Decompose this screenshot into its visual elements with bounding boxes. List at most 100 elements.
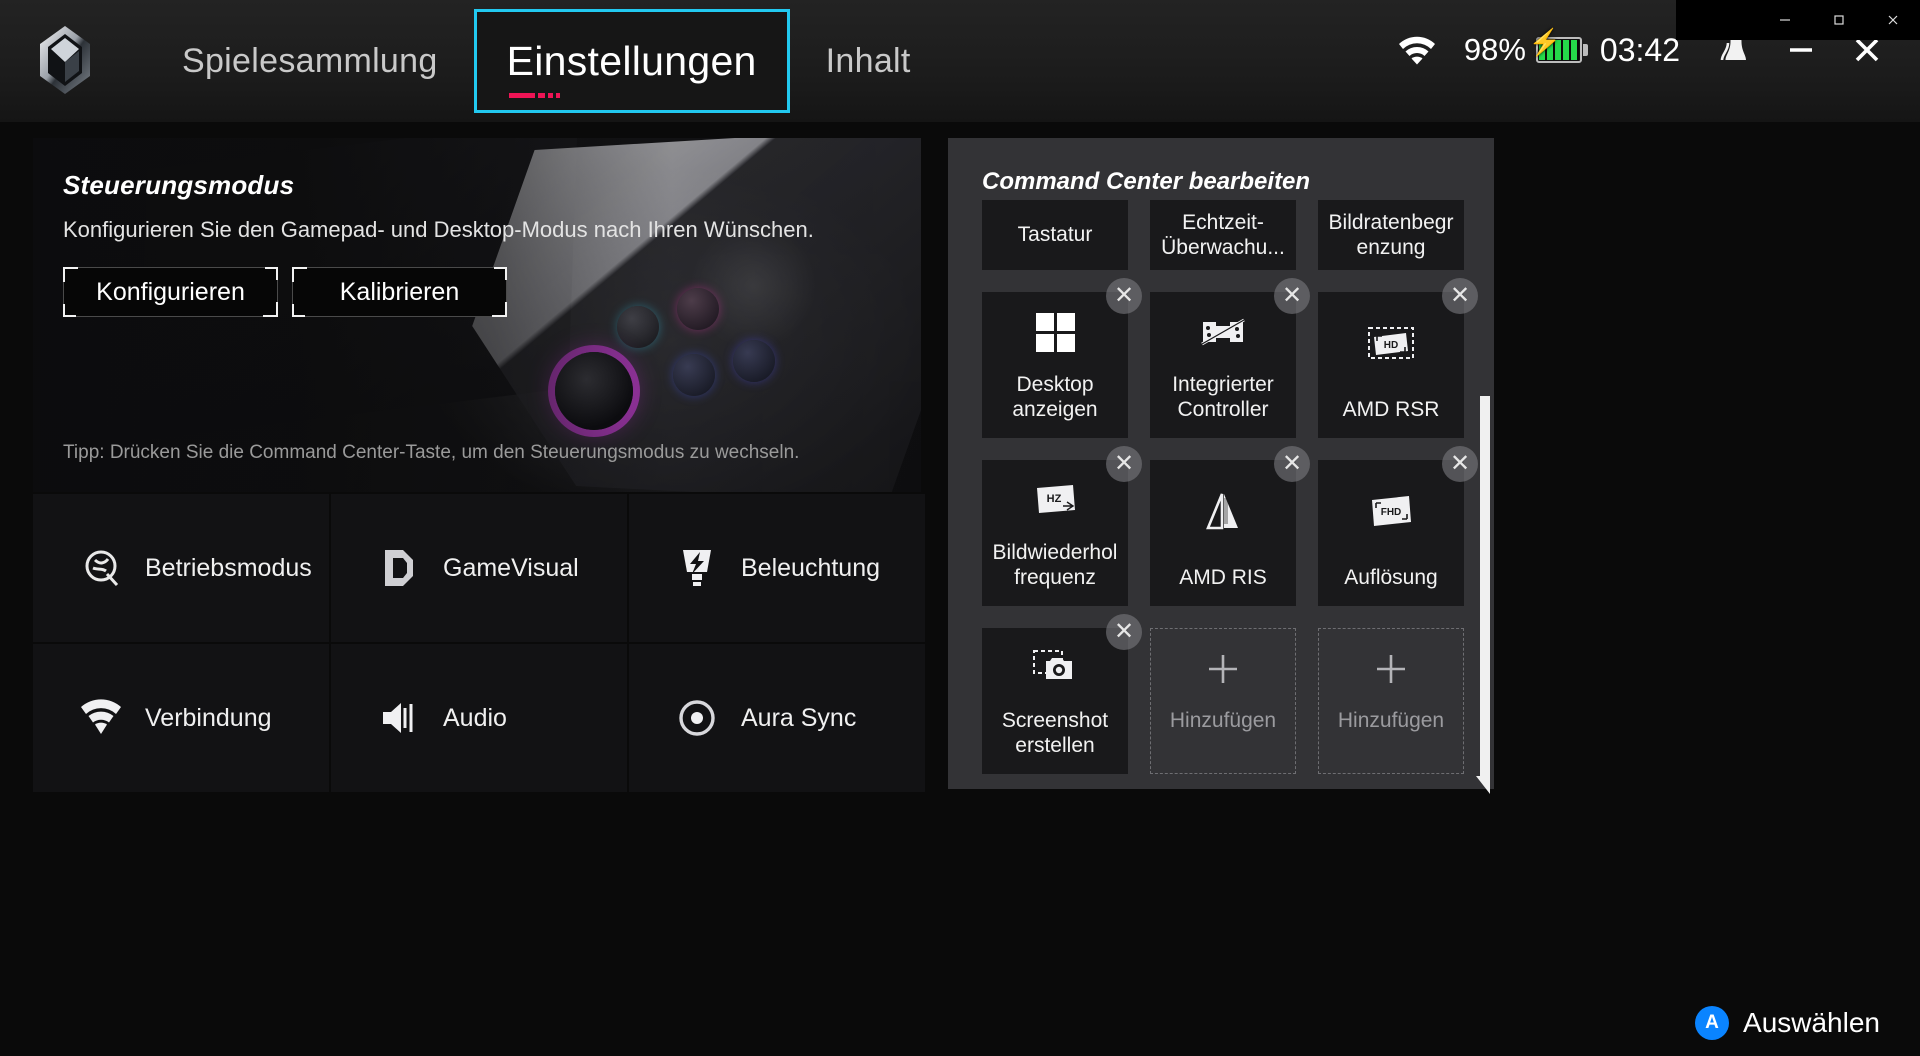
settings-tile-grid: Betriebsmodus GameVisual Beleuchtung Ver… xyxy=(33,494,925,792)
cc-tile-amd-ris[interactable]: ✕ AMD RIS xyxy=(1150,446,1310,606)
command-center-row-top: Tastatur Echtzeit- Überwachu... Bildraten… xyxy=(948,200,1494,270)
kalibrieren-button[interactable]: Kalibrieren xyxy=(292,267,507,317)
cc-tile-aufloesung[interactable]: ✕ FHD Auflösung xyxy=(1318,446,1478,606)
cc-remove-button[interactable]: ✕ xyxy=(1274,278,1310,314)
plus-icon xyxy=(1319,652,1463,686)
window-maximize-button[interactable] xyxy=(1812,0,1866,40)
cc-tile-bildwiederholfrequenz[interactable]: ✕ HZ Bildwiederhol frequenz xyxy=(982,446,1142,606)
cc-tile-label: Tastatur xyxy=(1017,223,1093,247)
cc-tile-add-2[interactable]: Hinzufügen xyxy=(1318,628,1464,774)
window-close-button[interactable] xyxy=(1866,0,1920,40)
settings-tile-audio[interactable]: Audio xyxy=(331,644,627,792)
cc-tile-label: Hinzufügen xyxy=(1337,709,1445,733)
cc-tile-screenshot-erstellen[interactable]: ✕ Screenshot erstellen xyxy=(982,614,1142,774)
cc-remove-button[interactable]: ✕ xyxy=(1442,446,1478,482)
battery-percent-label: 98% xyxy=(1463,32,1526,67)
plus-icon xyxy=(1151,652,1295,686)
cc-remove-button[interactable]: ✕ xyxy=(1106,278,1142,314)
control-mode-tip: Tipp: Drücken Sie die Command Center-Tas… xyxy=(63,442,800,463)
cc-tile-label: Auflösung xyxy=(1344,565,1438,589)
window-minimize-button[interactable] xyxy=(1758,0,1812,40)
settings-tile-verbindung[interactable]: Verbindung xyxy=(33,644,329,792)
a-button-icon: A xyxy=(1695,1006,1730,1040)
cc-tile-label: Bildratenbegr enzung xyxy=(1328,210,1454,259)
armoury-crate-logo xyxy=(36,24,94,96)
control-mode-actions: Konfigurieren Kalibrieren xyxy=(63,267,891,317)
cc-remove-button[interactable]: ✕ xyxy=(1442,278,1478,314)
footer-hint: A Auswählen xyxy=(1695,1006,1880,1040)
app-header: Spielesammlung Einstellungen Inhalt 98% xyxy=(0,0,1920,122)
cc-tile-integrierter-controller[interactable]: ✕ Integrierter Controller xyxy=(1150,278,1310,438)
tab-spielesammlung[interactable]: Spielesammlung xyxy=(160,42,460,81)
command-center-scrollbar[interactable] xyxy=(1476,396,1490,794)
cc-tile-label: Screenshot erstellen xyxy=(1001,708,1109,757)
cc-tile-bildratenbegrenzung[interactable]: Bildratenbegr enzung xyxy=(1318,200,1464,270)
cc-tile-label: Integrierter Controller xyxy=(1172,372,1274,421)
clock-label: 03:42 xyxy=(1599,31,1680,68)
settings-tile-betriebsmodus[interactable]: Betriebsmodus xyxy=(33,494,329,642)
settings-tile-label: Aura Sync xyxy=(741,703,857,732)
settings-tile-label: Verbindung xyxy=(145,703,272,732)
konfigurieren-button-label: Konfigurieren xyxy=(96,277,245,306)
cc-tile-label: Bildwiederhol frequenz xyxy=(992,540,1118,589)
tab-inhalt[interactable]: Inhalt xyxy=(804,42,933,81)
refresh-rate-hz-icon: HZ xyxy=(982,460,1128,540)
footer-label: Auswählen xyxy=(1743,1007,1880,1038)
cc-remove-button[interactable]: ✕ xyxy=(1106,614,1142,650)
settings-tile-label: Betriebsmodus xyxy=(145,553,312,582)
control-mode-card: Steuerungsmodus Konfigurieren Sie den Ga… xyxy=(33,138,921,492)
cc-remove-button[interactable]: ✕ xyxy=(1106,446,1142,482)
cc-tile-label: Desktop anzeigen xyxy=(1012,372,1098,421)
cc-tile-amd-rsr[interactable]: ✕ HD AMD RSR xyxy=(1318,278,1478,438)
speaker-icon xyxy=(377,696,421,740)
cc-tile-echtzeit-ueberwachung[interactable]: Echtzeit- Überwachu... xyxy=(1150,200,1296,270)
cc-tile-add-1[interactable]: Hinzufügen xyxy=(1150,628,1296,774)
control-mode-description: Konfigurieren Sie den Gamepad- und Deskt… xyxy=(63,217,814,242)
battery-charging-icon: ⚡ xyxy=(1529,29,1588,63)
settings-tile-label: Audio xyxy=(443,703,507,732)
fhd-resolution-icon: FHD xyxy=(1318,460,1464,565)
wifi-icon xyxy=(79,696,123,740)
lighting-icon xyxy=(675,546,719,590)
screenshot-camera-icon xyxy=(982,628,1128,708)
svg-text:HZ: HZ xyxy=(1047,493,1062,505)
settings-tile-label: Beleuchtung xyxy=(741,553,881,582)
cc-tile-label: Echtzeit- Überwachu... xyxy=(1161,210,1285,259)
windows-icon xyxy=(982,292,1128,372)
wifi-icon xyxy=(1384,17,1450,83)
cc-tile-desktop-anzeigen[interactable]: ✕ Desktop anzeigen xyxy=(982,278,1142,438)
main-navigation: Spielesammlung Einstellungen Inhalt xyxy=(160,0,933,122)
command-center-title: Command Center bearbeiten xyxy=(982,168,1311,195)
command-center-panel: Command Center bearbeiten Tastatur Echtz… xyxy=(948,138,1494,794)
command-center-tile-grid: ✕ Desktop anzeigen ✕ Integrierter Contro… xyxy=(948,278,1494,774)
left-panel: Steuerungsmodus Konfigurieren Sie den Ga… xyxy=(33,138,925,792)
command-center-scroll-area[interactable]: Tastatur Echtzeit- Überwachu... Bildraten… xyxy=(948,200,1494,789)
kalibrieren-button-label: Kalibrieren xyxy=(339,277,460,306)
armoury-crate-window: Spielesammlung Einstellungen Inhalt 98% xyxy=(0,0,1920,1056)
svg-text:FHD: FHD xyxy=(1381,507,1402,518)
control-mode-content: Steuerungsmodus Konfigurieren Sie den Ga… xyxy=(33,138,921,492)
settings-tile-beleuchtung[interactable]: Beleuchtung xyxy=(629,494,925,642)
cc-tile-label: AMD RSR xyxy=(1342,397,1440,421)
tab-active-underline xyxy=(508,93,560,98)
tab-einstellungen-label: Einstellungen xyxy=(506,37,757,84)
cc-tile-label: Hinzufügen xyxy=(1169,709,1277,733)
hd-upscale-icon: HD xyxy=(1318,292,1464,397)
gamevisual-icon xyxy=(377,546,421,590)
cc-remove-button[interactable]: ✕ xyxy=(1274,446,1310,482)
window-titlebar xyxy=(1676,0,1920,40)
settings-tile-label: GameVisual xyxy=(443,553,579,582)
sharpening-icon xyxy=(1150,460,1296,565)
control-mode-title: Steuerungsmodus xyxy=(63,170,295,200)
tab-einstellungen[interactable]: Einstellungen xyxy=(473,9,790,113)
controller-disabled-icon xyxy=(1150,292,1296,372)
konfigurieren-button[interactable]: Konfigurieren xyxy=(63,267,278,317)
cc-tile-label: AMD RIS xyxy=(1179,565,1267,589)
cc-tile-tastatur[interactable]: Tastatur xyxy=(982,200,1128,270)
settings-tile-gamevisual[interactable]: GameVisual xyxy=(331,494,627,642)
scroll-arrow-icon xyxy=(1476,776,1490,794)
aura-sync-icon xyxy=(675,696,719,740)
performance-mode-icon xyxy=(79,546,123,590)
settings-tile-aura-sync[interactable]: Aura Sync xyxy=(629,644,925,792)
svg-text:HD: HD xyxy=(1384,340,1398,351)
